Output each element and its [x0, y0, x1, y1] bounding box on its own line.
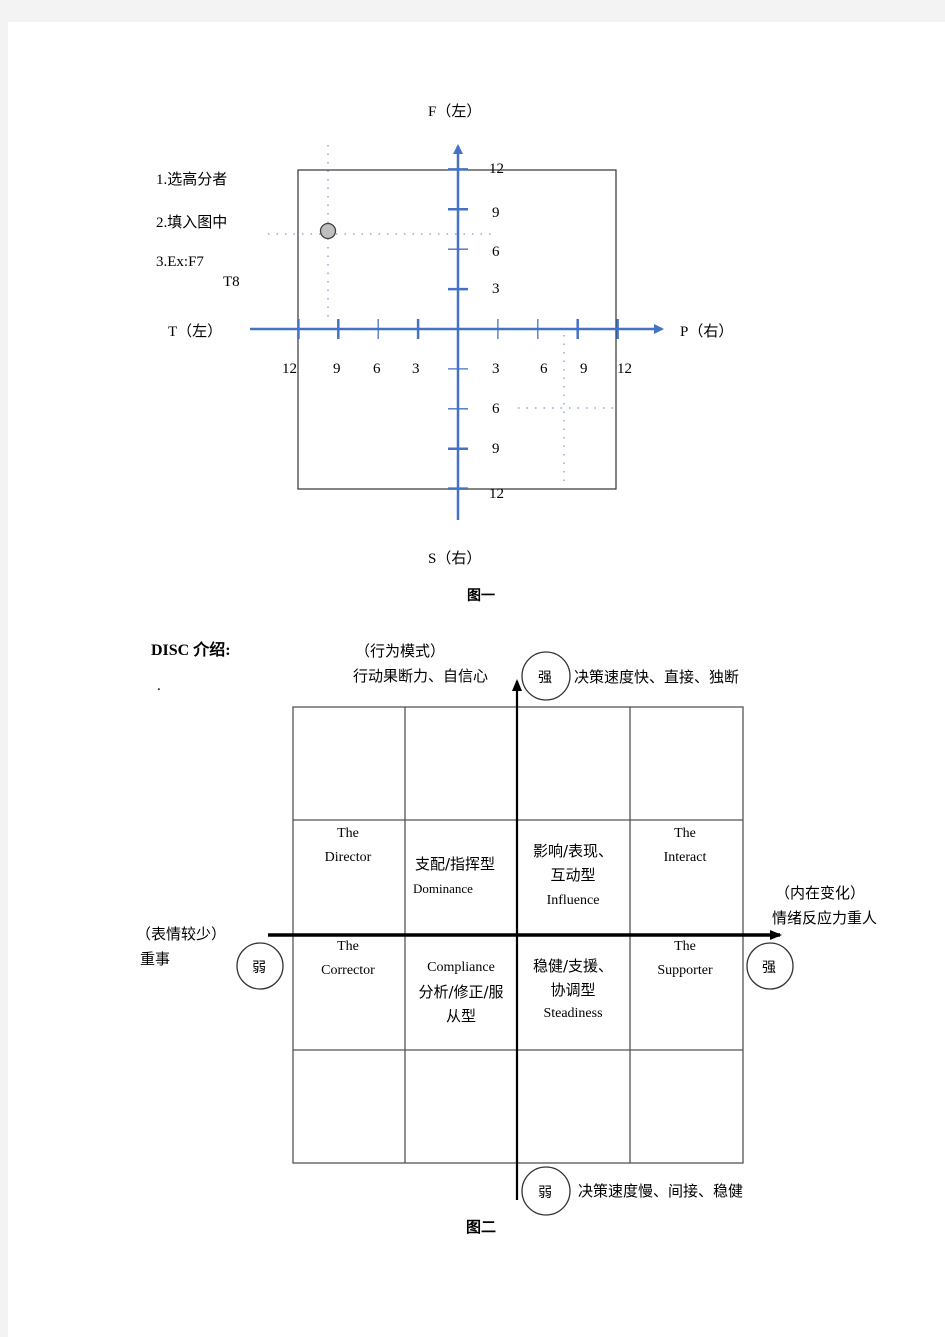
cell-compliance-cn2: 从型 — [445, 1007, 476, 1025]
right-axis-label-1: （内在变化） — [775, 884, 866, 902]
cell-director: The Director — [293, 822, 403, 870]
right-axis-label-2: 情绪反应力重人 — [772, 909, 878, 927]
cell-dominance-cn: 支配/指挥型 — [415, 855, 496, 873]
cell-interact-line2: Interact — [663, 850, 707, 865]
cell-steadiness-cn2: 协调型 — [550, 981, 596, 999]
cell-supporter: The Supporter — [630, 935, 740, 983]
cell-interact: The Interact — [630, 822, 740, 870]
top-axis-label-1: （行为模式） — [355, 642, 446, 660]
cell-director-line2: Director — [324, 850, 372, 865]
cell-supporter-line2: Supporter — [657, 963, 713, 978]
cell-influence-cn2: 互动型 — [550, 866, 596, 884]
bottom-axis-desc: 决策速度慢、间接、稳健 — [578, 1182, 744, 1200]
top-axis-desc: 决策速度快、直接、独断 — [574, 668, 740, 686]
cell-steadiness-cn1: 稳健/支援、 — [532, 957, 614, 975]
cell-steadiness-en: Steadiness — [543, 1006, 603, 1021]
badge-bottom-weak: 弱 — [538, 1185, 552, 1201]
cell-interact-line1: The — [674, 826, 696, 841]
cell-dominance-en: Dominance — [413, 881, 473, 896]
cell-influence-en: Influence — [546, 893, 600, 908]
cell-director-line1: The — [337, 826, 359, 841]
cell-compliance-en: Compliance — [427, 960, 495, 975]
cell-influence: 影响/表现、 互动型 Influence — [517, 839, 629, 913]
cell-corrector: The Corrector — [293, 935, 403, 983]
figure2-caption: 图二 — [466, 1220, 497, 1236]
cell-corrector-line2: Corrector — [321, 963, 375, 978]
cell-corrector-line1: The — [337, 939, 359, 954]
cell-compliance-cn1: 分析/修正/服 — [418, 983, 504, 1001]
cell-supporter-line1: The — [674, 939, 696, 954]
cell-influence-cn1: 影响/表现、 — [532, 842, 614, 860]
badge-top-strong: 强 — [538, 670, 552, 686]
cell-compliance: Compliance 分析/修正/服 从型 — [405, 956, 517, 1028]
top-axis-label-2: 行动果断力、自信心 — [353, 667, 489, 685]
left-axis-label-2: 重事 — [140, 950, 171, 968]
left-axis-label-1: （表情较少） — [136, 925, 227, 943]
badge-left-weak: 弱 — [252, 960, 266, 976]
badge-right-strong: 强 — [762, 960, 776, 976]
cell-steadiness: 稳健/支援、 协调型 Steadiness — [517, 954, 629, 1026]
